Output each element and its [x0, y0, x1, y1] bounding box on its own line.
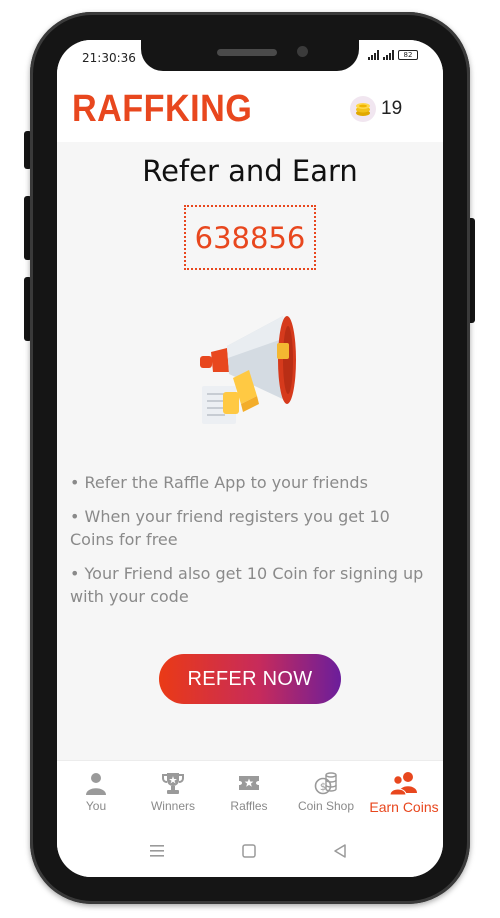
- back-icon[interactable]: [333, 844, 347, 858]
- menu-icon[interactable]: [149, 844, 165, 858]
- coin-shop-icon: $: [314, 772, 337, 795]
- referral-info: • Refer the Raffle App to your friends •…: [70, 471, 432, 619]
- referral-code[interactable]: 638856: [184, 205, 316, 270]
- speaker-grille: [217, 49, 277, 56]
- megaphone-icon: [200, 316, 296, 424]
- trophy-icon: [162, 773, 184, 794]
- front-camera: [297, 46, 308, 57]
- nav-label: Winners: [150, 799, 195, 813]
- nav-item-earn-coins[interactable]: Earn Coins: [365, 771, 443, 815]
- coin-balance[interactable]: 19: [350, 96, 402, 122]
- bullet-item: • When your friend registers you get 10 …: [70, 507, 390, 549]
- coin-stack-icon: [350, 96, 376, 122]
- brand-logo: RAFFKING: [72, 88, 253, 130]
- bottom-nav: You Winners Raffles $ Coin Shop Earn Coi…: [57, 760, 443, 830]
- system-nav-bar: [57, 830, 443, 877]
- bullet-item: • Refer the Raffle App to your friends: [70, 473, 368, 492]
- coin-count: 19: [381, 98, 403, 119]
- page-title: Refer and Earn: [142, 154, 358, 188]
- bullet-item: • Your Friend also get 10 Coin for signi…: [70, 564, 424, 606]
- notch: [141, 40, 359, 71]
- home-icon[interactable]: [242, 844, 256, 858]
- battery-icon: 82: [398, 50, 418, 60]
- status-time: 21:30:36: [82, 51, 136, 65]
- signal-icon-2: [383, 50, 394, 60]
- signal-icon: [368, 50, 379, 60]
- person-icon: [86, 773, 106, 795]
- ticket-icon: [239, 776, 259, 790]
- nav-label: You: [85, 799, 107, 813]
- nav-item-winners[interactable]: Winners: [145, 771, 201, 813]
- nav-label: Coin Shop: [297, 799, 355, 813]
- status-icons: 82: [368, 50, 418, 60]
- nav-label: Earn Coins: [369, 799, 439, 815]
- app-header: RAFFKING 19: [57, 74, 443, 142]
- phone-screen: 21:30:36 82 RAFFKING 19 Refer and Earn 6…: [57, 40, 443, 877]
- group-icon: [390, 772, 417, 795]
- nav-label: Raffles: [230, 799, 268, 813]
- nav-item-you[interactable]: You: [79, 771, 113, 813]
- svg-text:$: $: [320, 782, 326, 793]
- nav-item-coin-shop[interactable]: $ Coin Shop: [293, 771, 359, 813]
- nav-item-raffles[interactable]: Raffles: [225, 771, 273, 813]
- refer-now-button[interactable]: REFER NOW: [159, 654, 341, 704]
